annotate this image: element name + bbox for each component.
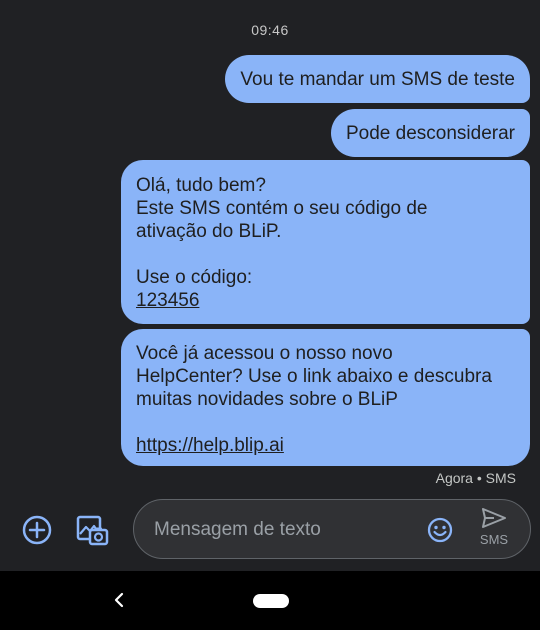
message-input-container: SMS: [133, 499, 531, 559]
gallery-button[interactable]: [72, 510, 112, 550]
system-nav-bar: [0, 571, 540, 630]
message-line: HelpCenter? Use o link abaixo e descubra: [136, 366, 492, 387]
emoji-icon: [427, 517, 453, 543]
back-chevron-icon: [114, 592, 124, 608]
message-input[interactable]: [152, 514, 411, 546]
home-handle[interactable]: [253, 594, 289, 608]
add-circle-icon: [22, 515, 52, 545]
send-icon: [482, 508, 506, 528]
outgoing-message-3[interactable]: Olá, tudo bem? Este SMS contém o seu cód…: [121, 160, 530, 324]
message-line: Este SMS contém o seu código de: [136, 198, 428, 219]
outgoing-message-4[interactable]: Você já acessou o nosso novo HelpCenter?…: [121, 329, 530, 466]
back-button[interactable]: [104, 585, 134, 615]
outgoing-message-1[interactable]: Vou te mandar um SMS de teste: [225, 55, 530, 103]
emoji-button[interactable]: [420, 510, 460, 550]
gallery-icon: [76, 515, 109, 546]
message-line: ativação do BLiP.: [136, 221, 282, 242]
send-button[interactable]: SMS: [472, 506, 516, 554]
message-thread: Vou te mandar um SMS de teste Pode desco…: [0, 0, 540, 500]
message-status: Agora • SMS: [435, 470, 516, 486]
message-line: Use o código:: [136, 267, 253, 288]
message-line: Vou te mandar um SMS de teste: [240, 69, 515, 90]
outgoing-message-2[interactable]: Pode desconsiderar: [331, 109, 530, 157]
message-line: Olá, tudo bem?: [136, 175, 266, 196]
message-line: Pode desconsiderar: [346, 123, 515, 144]
add-attachment-button[interactable]: [17, 510, 57, 550]
composer-row: SMS: [0, 496, 540, 566]
messages-screen: 09:46 Vou te mandar um SMS de teste Pode…: [0, 0, 540, 630]
message-line: muitas novidades sobre o BLiP: [136, 389, 398, 410]
message-line: Você já acessou o nosso novo: [136, 343, 393, 364]
send-mode-label: SMS: [479, 532, 509, 547]
helpcenter-link[interactable]: https://help.blip.ai: [136, 435, 284, 456]
activation-code-link[interactable]: 123456: [136, 290, 199, 311]
